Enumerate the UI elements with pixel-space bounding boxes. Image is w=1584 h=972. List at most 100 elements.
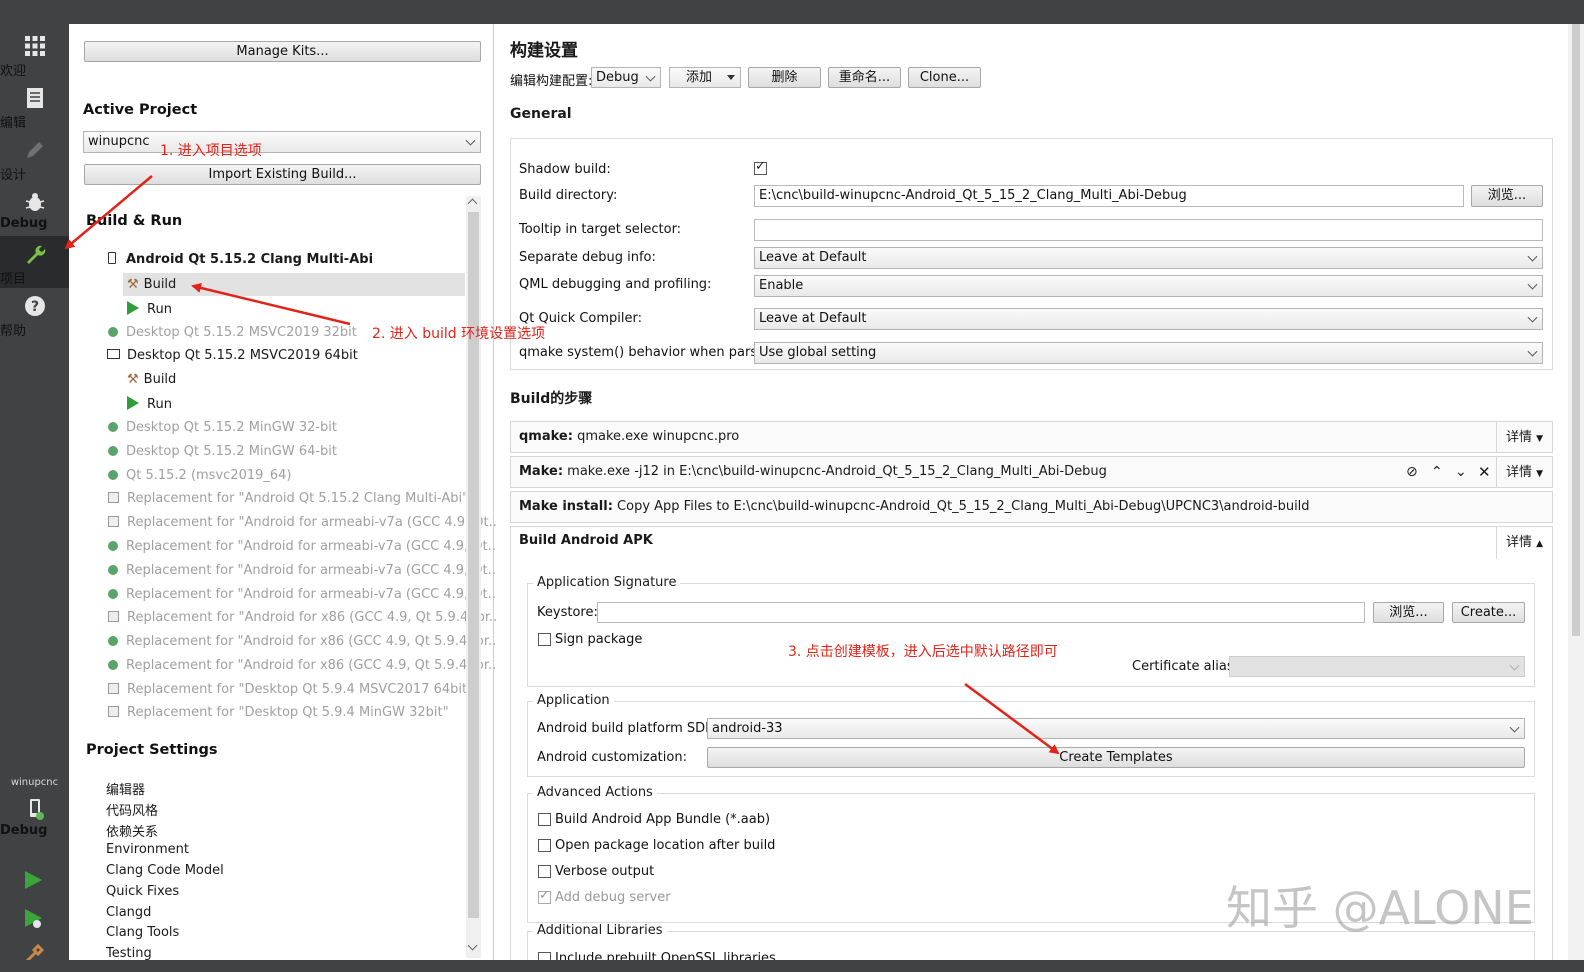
replacement-icon xyxy=(108,492,119,503)
kit-name: winupcnc xyxy=(10,777,59,788)
tree-run-msvc64[interactable]: Run xyxy=(127,396,172,412)
mode-projects[interactable]: 项目 xyxy=(0,236,69,288)
move-down-icon[interactable]: ⌄ xyxy=(1455,457,1467,487)
settings-item[interactable]: Testing xyxy=(106,946,152,961)
mode-debug[interactable]: Debug xyxy=(0,184,69,236)
dropdown-triangle-icon xyxy=(727,75,735,80)
kit-replacement[interactable]: Replacement for "Android for armeabi-v7a… xyxy=(108,563,500,578)
chevron-down-icon[interactable] xyxy=(467,940,478,951)
kit-msvc2019-64[interactable]: Qt 5.15.2 (msvc2019_64) xyxy=(108,468,292,483)
keystore-field[interactable] xyxy=(597,602,1365,623)
settings-item[interactable]: Clang Tools xyxy=(106,925,179,940)
step-qmake[interactable]: qmake: qmake.exe winupcnc.pro 详情 ▼ xyxy=(510,421,1553,453)
import-build-button[interactable]: Import Existing Build... xyxy=(84,164,481,185)
kit-msvc64[interactable]: Desktop Qt 5.15.2 MSVC2019 64bit xyxy=(107,348,358,363)
document-icon xyxy=(26,88,43,108)
build-dir-label: Build directory: xyxy=(519,188,618,203)
tooltip-field[interactable] xyxy=(754,219,1543,241)
shadow-build-checkbox[interactable] xyxy=(754,159,767,175)
step-make[interactable]: Make: make.exe -j12 in E:\cnc\build-winu… xyxy=(510,456,1553,488)
kit-mingw32[interactable]: Desktop Qt 5.15.2 MinGW 32-bit xyxy=(108,420,337,435)
run-icon[interactable] xyxy=(22,869,44,891)
delete-config-button[interactable]: 删除 xyxy=(748,67,821,88)
annotation-step2: 2. 进入 build 环境设置选项 xyxy=(372,326,546,342)
kit-replacement[interactable]: Replacement for "Android for armeabi-v7a… xyxy=(108,515,501,530)
aab-checkbox[interactable] xyxy=(538,813,551,826)
mode-welcome[interactable]: 欢迎 xyxy=(0,28,69,80)
qmake-system-combo[interactable]: Use global setting xyxy=(754,342,1543,364)
settings-item[interactable]: 依赖关系 xyxy=(106,821,158,840)
cert-alias-combo[interactable] xyxy=(1229,656,1525,677)
sdk-combo[interactable]: android-33 xyxy=(707,718,1525,739)
settings-item[interactable]: Clang Code Model xyxy=(106,863,224,878)
page-scrollbar[interactable] xyxy=(1568,24,1584,972)
move-up-icon[interactable]: ⌃ xyxy=(1431,457,1443,487)
tree-build-msvc64[interactable]: ⚒ Build xyxy=(127,372,176,387)
add-config-button[interactable]: 添加 xyxy=(669,67,741,88)
kit-replacement[interactable]: Replacement for "Android for x86 (GCC 4.… xyxy=(108,658,500,673)
kit-selector[interactable]: Debug xyxy=(0,796,69,846)
tree-scrollbar[interactable] xyxy=(466,196,481,958)
build-dir-field[interactable]: E:\cnc\build-winupcnc-Android_Qt_5_15_2_… xyxy=(754,185,1464,207)
chevron-up-icon[interactable] xyxy=(467,198,478,209)
sep-debug-label: Separate debug info: xyxy=(519,250,656,265)
disable-step-icon[interactable]: ⊘ xyxy=(1406,457,1418,487)
qml-debug-label: QML debugging and profiling: xyxy=(519,277,712,292)
kit-replacement[interactable]: Replacement for "Desktop Qt 5.9.4 MinGW … xyxy=(108,705,449,720)
kit-replacement[interactable]: Replacement for "Android for x86 (GCC 4.… xyxy=(108,610,501,625)
mode-help[interactable]: ? 帮助 xyxy=(0,288,69,340)
kit-android-clang[interactable]: Android Qt 5.15.2 Clang Multi-Abi xyxy=(108,252,373,267)
create-keystore-button[interactable]: Create... xyxy=(1452,602,1525,623)
remove-step-icon[interactable]: ✕ xyxy=(1478,457,1491,487)
tree-run-android[interactable]: Run xyxy=(127,301,172,317)
details-button[interactable]: 详情 ▲ xyxy=(1496,527,1552,559)
play-icon xyxy=(127,301,139,315)
sep-debug-combo[interactable]: Leave at Default xyxy=(754,247,1543,269)
kit-mingw64[interactable]: Desktop Qt 5.15.2 MinGW 64-bit xyxy=(108,444,337,459)
kit-replacement[interactable]: Replacement for "Android for armeabi-v7a… xyxy=(108,539,500,554)
qtquick-combo[interactable]: Leave at Default xyxy=(754,308,1543,330)
settings-item[interactable]: 代码风格 xyxy=(106,800,158,819)
kit-replacement[interactable]: Replacement for "Android for armeabi-v7a… xyxy=(108,587,500,602)
settings-item[interactable]: Clangd xyxy=(106,905,151,920)
manage-kits-button[interactable]: Manage Kits... xyxy=(84,41,481,62)
verbose-checkbox[interactable] xyxy=(538,865,551,878)
kit-msvc32[interactable]: Desktop Qt 5.15.2 MSVC2019 32bit xyxy=(108,325,357,340)
chevron-down-icon xyxy=(465,135,476,146)
mode-design[interactable]: 设计 xyxy=(0,132,69,184)
debug-run-icon[interactable] xyxy=(22,907,44,929)
active-project-combo[interactable]: winupcnc xyxy=(83,131,481,153)
sign-package-checkbox[interactable] xyxy=(538,633,551,646)
details-button[interactable]: 详情 ▼ xyxy=(1496,457,1552,487)
annotation-step3: 3. 点击创建模板，进入后选中默认路径即可 xyxy=(788,644,1058,660)
clone-config-button[interactable]: Clone... xyxy=(908,67,981,88)
open-package-checkbox[interactable] xyxy=(538,839,551,852)
browse-keystore-button[interactable]: 浏览... xyxy=(1373,602,1444,623)
debug-server-checkbox[interactable] xyxy=(538,888,551,904)
page-title: 构建设置 xyxy=(510,41,578,61)
grid-icon xyxy=(24,36,45,56)
qml-debug-combo[interactable]: Enable xyxy=(754,275,1543,297)
create-templates-button[interactable]: Create Templates xyxy=(707,747,1525,768)
tree-scrollbar-thumb[interactable] xyxy=(468,212,479,918)
chevron-down-icon xyxy=(1509,660,1520,671)
settings-item[interactable]: Quick Fixes xyxy=(106,884,179,899)
wrench-icon xyxy=(26,245,45,264)
tree-build-android[interactable]: ⚒ Build xyxy=(127,277,176,292)
projects-sidebar: Manage Kits... Active Project winupcnc I… xyxy=(69,24,501,972)
mode-edit[interactable]: 编辑 xyxy=(0,80,69,132)
qmake-system-label: qmake system() behavior when parsing: xyxy=(519,345,782,360)
chevron-down-icon xyxy=(1527,312,1538,323)
settings-item[interactable]: 编辑器 xyxy=(106,779,145,798)
details-button[interactable]: 详情 ▼ xyxy=(1496,422,1552,452)
rename-config-button[interactable]: 重命名... xyxy=(828,67,901,88)
settings-item[interactable]: Environment xyxy=(106,842,189,857)
page-scrollbar-thumb[interactable] xyxy=(1572,24,1580,636)
kit-replacement[interactable]: Replacement for "Desktop Qt 5.9.4 MSVC20… xyxy=(108,682,473,697)
build-config-combo[interactable]: Debug xyxy=(591,67,661,88)
kit-replacement[interactable]: Replacement for "Android for x86 (GCC 4.… xyxy=(108,634,500,649)
step-make-install[interactable]: Make install: Copy App Files to E:\cnc\b… xyxy=(510,491,1553,523)
kit-replacement[interactable]: Replacement for "Android Qt 5.15.2 Clang… xyxy=(108,491,468,506)
browse-dir-button[interactable]: 浏览... xyxy=(1471,185,1543,207)
caret-down-icon: ▼ xyxy=(1536,469,1544,479)
